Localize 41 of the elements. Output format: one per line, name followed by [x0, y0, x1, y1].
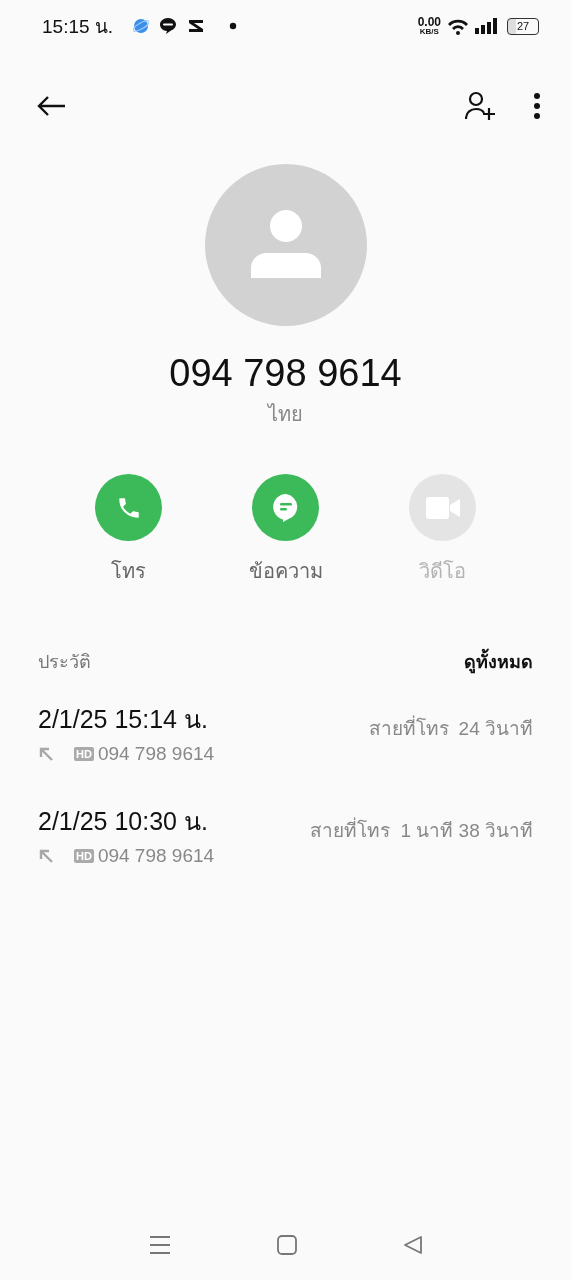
outgoing-call-arrow-icon: [38, 848, 54, 864]
number-location: ไทย: [268, 402, 303, 427]
battery-indicator: 27: [507, 17, 539, 35]
hd-badge: HD: [74, 849, 94, 863]
menu-icon: [148, 1235, 171, 1255]
see-all-link[interactable]: ดูทั้งหมด: [464, 646, 533, 676]
dot-icon: [229, 22, 238, 30]
chat-bubble-icon: [159, 17, 178, 35]
call-number: 094 798 9614: [97, 845, 215, 867]
phone-number: 094 798 9614: [169, 351, 402, 396]
call-duration: 1 นาที 38 วินาที: [400, 819, 533, 843]
video-camera-icon: [425, 496, 460, 519]
home-button[interactable]: [276, 1235, 297, 1255]
call-type: สายที่โทร: [368, 713, 449, 743]
clock: 15:15 น.: [42, 15, 114, 39]
wifi-icon: [447, 17, 469, 35]
back-nav-button[interactable]: [402, 1235, 423, 1255]
history-title: ประวัติ: [38, 650, 91, 674]
triangle-back-icon: [402, 1235, 423, 1255]
signal-icon: [475, 18, 497, 34]
network-speed: 0.00: [417, 16, 441, 28]
call-type: สายที่โทร: [310, 815, 391, 845]
call-number: 094 798 9614: [97, 743, 215, 765]
call-date-time: 2/1/25 10:30 น.: [38, 806, 209, 837]
hd-badge: HD: [74, 747, 94, 761]
menu-nav-button[interactable]: [148, 1235, 171, 1255]
add-person-icon: [465, 91, 497, 121]
add-contact-button[interactable]: [465, 91, 497, 121]
message-icon: [271, 492, 300, 523]
call-date-time: 2/1/25 15:14 น.: [38, 704, 209, 735]
menu-button[interactable]: [533, 92, 541, 120]
globe-icon: [133, 18, 150, 34]
more-options-icon: [533, 92, 541, 120]
call-action-button[interactable]: โทร: [68, 474, 189, 587]
back-arrow-icon: [36, 95, 66, 117]
outgoing-call-arrow-icon: [38, 746, 54, 762]
square-icon: [276, 1235, 297, 1255]
message-action-button[interactable]: ข้อความ: [225, 474, 346, 587]
network-unit: KB/S: [419, 28, 439, 36]
call-duration: 24 วินาที: [458, 717, 533, 741]
back-button[interactable]: [36, 95, 66, 117]
